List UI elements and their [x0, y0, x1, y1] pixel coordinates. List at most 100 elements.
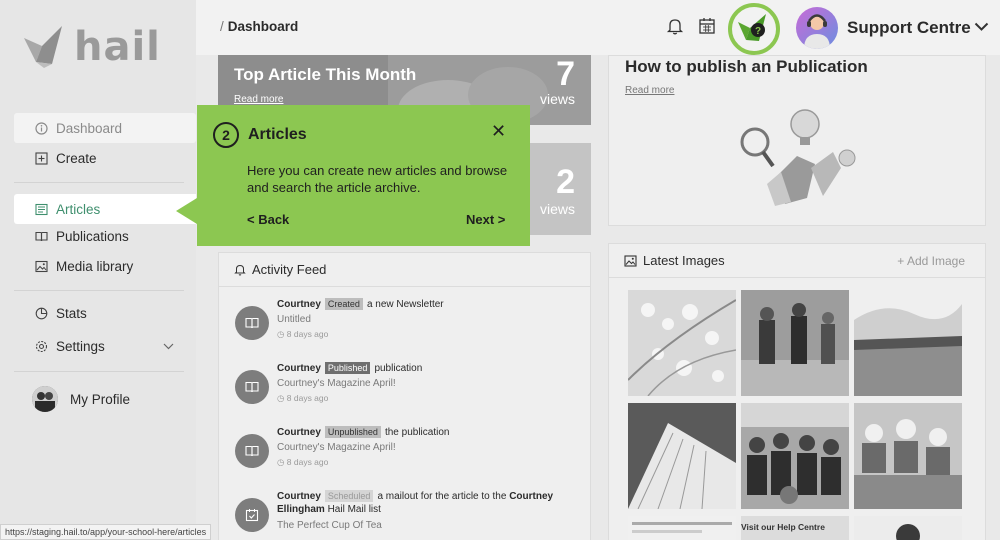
image-tile[interactable] [854, 516, 962, 540]
feed-text: Courtney Unpublished the publication [277, 426, 577, 439]
activity-feed-panel: Activity Feed Courtney Created a new Newsl… [218, 252, 591, 540]
help-button[interactable]: ? [728, 3, 780, 55]
sidebar-item-publications[interactable]: Publications [14, 221, 196, 251]
sidebar-item-label: Publications [56, 228, 129, 244]
book-open-icon [35, 230, 48, 243]
latest-images-header: Latest Images + Add Image [609, 244, 985, 278]
onboarding-tooltip: 2 Articles ✕ Here you can create new art… [197, 105, 530, 246]
stat-card-second[interactable]: 2 views [525, 143, 591, 235]
add-image-button[interactable]: + Add Image [897, 254, 965, 268]
info-circle-icon [35, 121, 48, 135]
hail-logo[interactable]: hail [22, 24, 161, 70]
calendar-check-icon [235, 498, 269, 532]
chevron-down-icon[interactable] [974, 22, 989, 32]
feed-time-text: 8 days ago [286, 393, 329, 403]
article-icon [35, 203, 48, 216]
feed-time-text: 8 days ago [286, 457, 329, 467]
stat-title: Top Article This Month [234, 65, 417, 84]
sidebar-divider [14, 371, 184, 372]
image-tile[interactable] [628, 403, 736, 509]
sidebar-item-media-library[interactable]: Media library [14, 251, 196, 281]
breadcrumb-current[interactable]: Dashboard [228, 19, 299, 34]
read-more-link[interactable]: Read more [234, 94, 283, 105]
close-icon[interactable]: ✕ [491, 121, 506, 142]
sidebar-item-dashboard[interactable]: Dashboard [14, 113, 196, 143]
feed-target-suffix: Hail Mail list [327, 504, 381, 515]
book-open-icon [235, 434, 269, 468]
activity-feed-title: Activity Feed [252, 262, 327, 277]
sidebar-divider [14, 290, 184, 291]
breadcrumb-separator: / [220, 19, 224, 34]
breadcrumb: / Dashboard [220, 19, 298, 34]
latest-images-title: Latest Images [643, 253, 725, 268]
sidebar: hail Dashboard Create Articles Publicati… [0, 0, 196, 540]
sidebar-item-label: Create [56, 150, 97, 166]
feed-user[interactable]: Courtney [277, 427, 321, 438]
how-to-card[interactable]: How to publish an Publication Read more [608, 55, 986, 226]
stat-unit: views [539, 91, 575, 107]
feed-action: a new Newsletter [366, 299, 444, 310]
calendar-icon[interactable] [697, 16, 717, 36]
feed-timestamp: ◷ 8 days ago [277, 457, 329, 467]
sidebar-item-create[interactable]: Create [14, 143, 196, 173]
tooltip-arrow [176, 198, 197, 224]
book-open-icon [235, 370, 269, 404]
feed-user[interactable]: Courtney [277, 363, 321, 374]
user-name[interactable]: Support Centre [847, 18, 971, 38]
sidebar-item-label: Dashboard [56, 120, 123, 136]
feed-timestamp: ◷ 8 days ago [277, 393, 329, 403]
image-tile[interactable]: Visit our Help Centre [741, 516, 849, 540]
logo-text: hail [74, 24, 161, 70]
bell-icon[interactable] [665, 16, 685, 36]
chevron-down-icon [163, 343, 174, 349]
gear-icon [35, 340, 48, 353]
image-tile[interactable] [628, 290, 736, 396]
sidebar-item-stats[interactable]: Stats [14, 298, 196, 328]
status-badge: Published [324, 362, 371, 374]
sidebar-item-label: Media library [56, 258, 134, 274]
read-more-link[interactable]: Read more [625, 85, 674, 96]
stat-number: 2 [556, 163, 575, 201]
sidebar-item-settings[interactable]: Settings [14, 331, 196, 361]
pie-chart-icon [35, 307, 48, 320]
next-button[interactable]: Next > [466, 212, 505, 227]
image-tile[interactable] [741, 290, 849, 396]
sidebar-item-label: My Profile [70, 391, 131, 407]
image-tile[interactable] [854, 403, 962, 509]
sidebar-item-label: Settings [56, 338, 105, 354]
activity-feed-header: Activity Feed [219, 253, 590, 287]
tooltip-body: Here you can create new articles and bro… [247, 163, 508, 195]
feed-subject[interactable]: Courtney's Magazine April! [277, 378, 396, 389]
feed-time-text: 8 days ago [286, 329, 329, 339]
sidebar-item-my-profile[interactable]: My Profile [16, 384, 198, 414]
sidebar-item-articles[interactable]: Articles [14, 194, 196, 224]
feed-text: Courtney Published publication [277, 362, 577, 375]
svg-text:?: ? [755, 26, 761, 37]
feed-subject[interactable]: The Perfect Cup Of Tea [277, 520, 382, 531]
feed-text: Courtney Scheduled a mailout for the artic… [277, 490, 577, 516]
back-button[interactable]: < Back [247, 212, 289, 227]
feed-action: publication [374, 363, 423, 374]
feed-subject[interactable]: Courtney's Magazine April! [277, 442, 396, 453]
bird-help-icon: ? [738, 14, 766, 41]
sidebar-item-label: Articles [56, 201, 101, 217]
status-badge: Scheduled [324, 490, 374, 502]
image-tile[interactable] [628, 516, 736, 540]
image-tile[interactable] [741, 403, 849, 509]
feed-user[interactable]: Courtney [277, 299, 321, 310]
feed-subject[interactable]: Untitled [277, 314, 311, 325]
feed-user[interactable]: Courtney [277, 491, 321, 502]
image-caption: Visit our Help Centre [741, 522, 825, 532]
bell-icon [234, 263, 246, 276]
book-open-icon [235, 306, 269, 340]
status-badge: Created [324, 298, 363, 310]
status-badge: Unpublished [324, 426, 381, 438]
sidebar-item-label: Stats [56, 305, 87, 321]
how-to-title: How to publish an Publication [625, 57, 868, 76]
image-tile[interactable] [854, 290, 962, 396]
avatar [32, 386, 58, 412]
top-bar: / Dashboard ? Support Centre [196, 0, 1000, 55]
user-avatar[interactable] [796, 7, 838, 49]
image-icon [35, 260, 48, 273]
sidebar-divider [14, 182, 184, 183]
